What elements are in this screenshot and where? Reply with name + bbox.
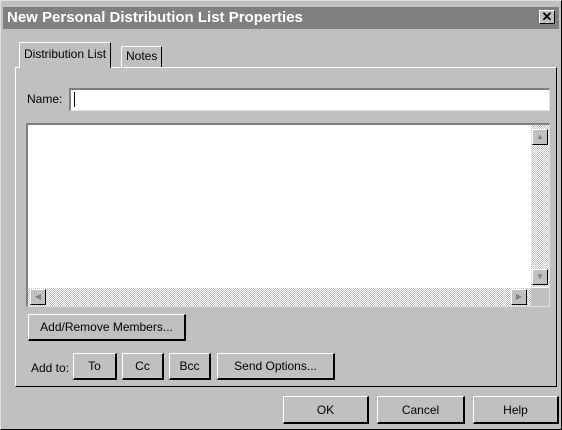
dialog-window: New Personal Distribution List Propertie… [0, 0, 562, 430]
help-button[interactable]: Help [473, 396, 559, 424]
add-to-label: Add to: [31, 361, 70, 375]
name-label: Name: [27, 92, 63, 106]
add-remove-members-button[interactable]: Add/Remove Members... [28, 314, 186, 341]
tab-notes-label: Notes [126, 49, 158, 63]
scroll-up-button[interactable]: ▲ [532, 129, 548, 145]
ok-button[interactable]: OK [283, 396, 369, 424]
cc-button[interactable]: Cc [122, 353, 164, 380]
vertical-scrollbar[interactable]: ▲ ▼ [531, 125, 549, 287]
window-title: New Personal Distribution List Propertie… [7, 9, 303, 26]
close-icon: ✕ [541, 9, 553, 24]
text-caret [74, 92, 75, 107]
scroll-down-button[interactable]: ▼ [532, 269, 548, 285]
send-options-button[interactable]: Send Options... [217, 353, 335, 380]
scrollbar-corner [531, 288, 549, 306]
arrow-down-icon: ▼ [536, 272, 544, 281]
close-button[interactable]: ✕ [539, 10, 555, 24]
bcc-button[interactable]: Bcc [169, 353, 211, 380]
scroll-right-button[interactable]: ▶ [511, 289, 527, 305]
arrow-left-icon: ◀ [34, 292, 42, 301]
arrow-up-icon: ▲ [536, 132, 544, 141]
tab-distribution-list[interactable]: Distribution List [19, 42, 112, 68]
scroll-left-button[interactable]: ◀ [30, 289, 46, 305]
arrow-right-icon: ▶ [515, 292, 523, 301]
title-bar[interactable]: New Personal Distribution List Propertie… [3, 7, 559, 29]
members-listbox[interactable]: ▲ ▼ ◀ ▶ [26, 123, 550, 307]
horizontal-scrollbar[interactable]: ◀ ▶ [28, 288, 531, 306]
cancel-button[interactable]: Cancel [377, 396, 465, 424]
name-input[interactable] [69, 88, 550, 111]
tab-distribution-list-label: Distribution List [24, 47, 107, 61]
tab-notes[interactable]: Notes [121, 46, 163, 67]
to-button[interactable]: To [73, 353, 117, 380]
